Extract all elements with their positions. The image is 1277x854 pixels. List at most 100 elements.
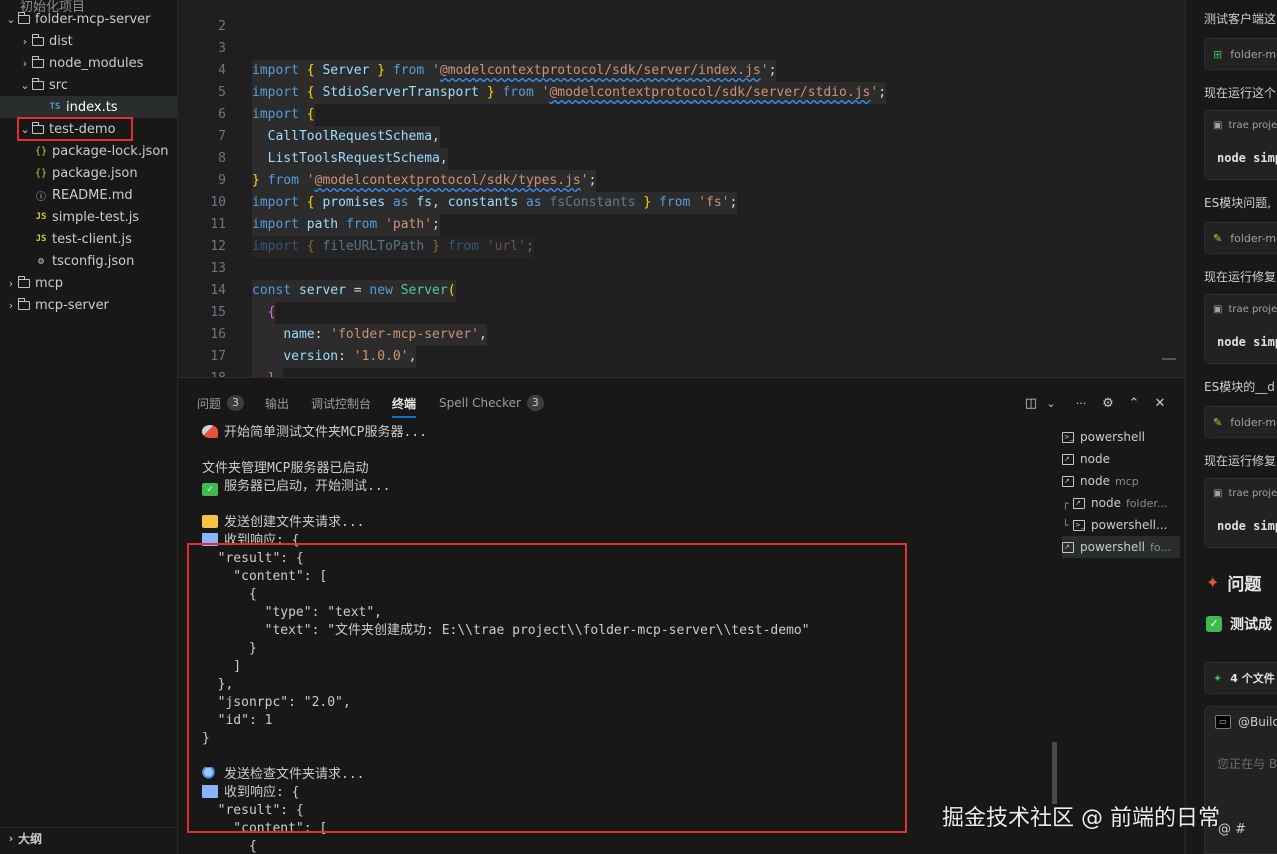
terminal-icon: >_ (1073, 519, 1085, 531)
chevron-right-icon: › (22, 56, 28, 70)
tree-item-simple-test-js[interactable]: JS simple-test.js (0, 206, 177, 228)
tree-item-folder-mcp-server[interactable]: ⌄ folder-mcp-server (0, 8, 177, 30)
sparkle-icon: ✦ (1213, 671, 1223, 685)
json-file-icon: {} (34, 167, 48, 179)
folder-icon (32, 55, 44, 68)
chevron-right-icon: › (8, 832, 14, 845)
tree-item-mcp-server[interactable]: › mcp-server (0, 294, 177, 316)
code-line: 16 version: '1.0.0', (178, 302, 1184, 368)
more-icon[interactable]: ··· (1071, 392, 1091, 414)
tree-item-readme-md[interactable]: ⓘ README.md (0, 184, 177, 206)
count-badge: 3 (526, 395, 544, 411)
terminal-session-list: >_ powershell ↗ node ↗ node mcp ┌ ↗ node folder… (1058, 426, 1184, 854)
terminal-icon: ↗ (1073, 497, 1085, 509)
maximize-icon[interactable]: ⌃ (1124, 392, 1144, 414)
terminal-scrollbar[interactable] (1052, 742, 1057, 804)
mention-hash-icons[interactable]: @ # (1218, 822, 1246, 837)
code-line: 18 { (178, 346, 1184, 377)
explorer-sidebar: 初始化项目 ⌄ folder-mcp-server › dist › node_… (0, 0, 178, 854)
terminal-output[interactable]: 开始简单测试文件夹MCP服务器... 文件夹管理MCP服务器已启动 ✓ 服务器已启… (178, 424, 1058, 854)
tree-branch-icon: └ (1062, 518, 1069, 532)
folder-open-icon (32, 77, 44, 90)
count-badge: 3 (227, 395, 245, 411)
terminal-icon: ↗ (1062, 541, 1074, 553)
terminal-line: 文件夹管理MCP服务器已启动 (202, 461, 369, 476)
terminal-session-active[interactable]: ↗ powershell fo... (1062, 536, 1180, 558)
chat-message-text: 现在运行修复 (1204, 454, 1277, 468)
agent-mention-chip[interactable]: ▭ @Build (1215, 715, 1277, 729)
party-popper-icon: ✦ (1206, 573, 1220, 592)
file-reference-card[interactable]: ⊞ folder-m (1204, 38, 1277, 70)
tab-problems[interactable]: 问题 3 (197, 392, 245, 414)
tab-terminal[interactable]: 终端 (392, 392, 417, 418)
tab-spell-checker[interactable]: Spell Checker 3 (439, 392, 544, 414)
tree-branch-icon: ┌ (1062, 496, 1069, 510)
code-line: 3 import { Server } from '@modelcontextp… (178, 16, 1184, 82)
rocket-icon (202, 425, 218, 438)
folder-icon (18, 297, 30, 310)
file-reference-card[interactable]: ✎ folder-m (1204, 406, 1277, 438)
annotation-highlight-box (187, 543, 907, 833)
terminal-line: 开始简单测试文件夹MCP服务器... (202, 424, 427, 442)
chat-message-text: 现在运行修复 (1204, 270, 1277, 284)
code-line: 6 CallToolRequestSchema, (178, 82, 1184, 148)
chat-success-line: ✓ 测试成 (1206, 614, 1272, 634)
command-card[interactable]: ▣ trae proje node simp (1204, 110, 1277, 180)
code-line: 4 import { StdioServerTransport } from '… (178, 38, 1184, 104)
outline-section-header[interactable]: › 大纲 (0, 827, 177, 849)
chevron-down-icon: ⌄ (20, 78, 30, 92)
tree-item-package-lock-json[interactable]: {} package-lock.json (0, 140, 177, 162)
javascript-file-icon: JS (35, 234, 47, 244)
tab-debug-console[interactable]: 调试控制台 (311, 392, 371, 414)
chat-heading: ✦ 问题 (1206, 573, 1262, 595)
tree-item-index-ts[interactable]: TS index.ts (0, 96, 177, 118)
command-card[interactable]: ▣ trae proje node simp (1204, 478, 1277, 548)
code-line: 5 import { (178, 60, 1184, 126)
chat-message-text: ES模块的__d (1204, 380, 1275, 394)
editor-scrollbar[interactable] (1162, 358, 1176, 360)
settings-icon[interactable]: ⚙ (1098, 392, 1118, 414)
code-line: 12 (210, 239, 226, 254)
tree-item-dist[interactable]: › dist (0, 30, 177, 52)
chevron-down-icon[interactable]: ⌄ (1041, 392, 1061, 414)
files-changed-card[interactable]: ✦ 4 个文件 (1204, 662, 1277, 694)
code-line: 8 } from '@modelcontextprotocol/sdk/type… (178, 126, 1184, 192)
terminal-icon: >_ (1062, 431, 1074, 443)
command-card[interactable]: ▣ trae proje node simp (1204, 294, 1277, 364)
folder-icon (18, 275, 30, 288)
code-editor[interactable]: 2 3 import { Server } from '@modelcontex… (178, 0, 1184, 377)
terminal-icon: ↗ (1062, 475, 1074, 487)
chat-message-text: 测试客户端这 (1204, 12, 1277, 26)
terminal-session[interactable]: ┌ ↗ node folder... (1062, 492, 1180, 514)
split-icon[interactable]: ◫ (1021, 392, 1041, 414)
tree-item-test-client-js[interactable]: JS test-client.js (0, 228, 177, 250)
close-icon[interactable]: ✕ (1150, 392, 1170, 414)
terminal-session[interactable]: └ >_ powershell... (1062, 514, 1180, 536)
code-line: 13 const server = new Server( (178, 236, 1184, 302)
tree-item-tsconfig-json[interactable]: ⚙ tsconfig.json (0, 250, 177, 272)
terminal-session[interactable]: >_ powershell (1062, 426, 1180, 448)
tree-item-src[interactable]: ⌄ src (0, 74, 177, 96)
code-line: 17 }, (178, 324, 1184, 377)
terminal-icon: ↗ (1062, 453, 1074, 465)
code-line: 9 import { promises as fs, constants as … (178, 148, 1184, 214)
chevron-down-icon: ⌄ (6, 12, 16, 26)
terminal-icon: ▭ (1215, 715, 1231, 729)
tree-item-node-modules[interactable]: › node_modules (0, 52, 177, 74)
folder-open-icon (18, 11, 30, 24)
file-add-icon: ⊞ (1213, 47, 1223, 61)
terminal-icon: ▣ (1213, 120, 1223, 131)
terminal-icon: ▣ (1213, 304, 1223, 315)
terminal-line: ✓ 服务器已启动，开始测试... (202, 478, 390, 496)
tab-output[interactable]: 输出 (265, 392, 289, 414)
tree-item-package-json[interactable]: {} package.json (0, 162, 177, 184)
watermark-text: 掘金技术社区 @ 前端的日常 (942, 806, 1220, 831)
terminal-session[interactable]: ↗ node (1062, 448, 1180, 470)
tree-item-mcp[interactable]: › mcp (0, 272, 177, 294)
terminal-line: 发送创建文件夹请求... (202, 514, 364, 532)
gear-icon: ⚙ (37, 255, 45, 267)
file-reference-card[interactable]: ✎ folder-m (1204, 222, 1277, 254)
code-line: 15 name: 'folder-mcp-server', (178, 280, 1184, 346)
folder-icon (202, 515, 218, 528)
terminal-session[interactable]: ↗ node mcp (1062, 470, 1180, 492)
